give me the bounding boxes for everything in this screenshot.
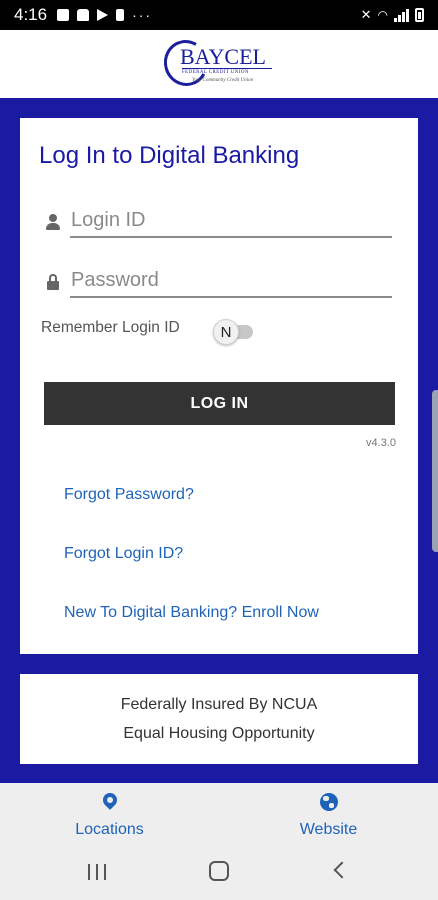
nav-label-website: Website xyxy=(299,821,358,838)
mute-icon: ✕ xyxy=(360,7,372,22)
ncua-disclosure: Federally Insured By NCUA xyxy=(120,696,318,713)
password-field xyxy=(46,266,392,300)
nav-item-website[interactable]: Website xyxy=(219,783,438,845)
device-icon xyxy=(116,9,125,21)
login-id-input[interactable] xyxy=(70,206,392,238)
notification-icon xyxy=(57,9,70,21)
disclosure-card: Federally Insured By NCUA Equal Housing … xyxy=(20,674,418,764)
signal-icon xyxy=(394,8,409,22)
lock-icon xyxy=(46,274,60,290)
login-id-field xyxy=(46,206,392,240)
toggle-knob: N xyxy=(213,319,239,345)
forgot-login-id-link[interactable]: Forgot Login ID? xyxy=(64,545,183,563)
system-nav-bar xyxy=(0,845,438,900)
enroll-now-link[interactable]: New To Digital Banking? Enroll Now xyxy=(64,604,319,622)
forgot-password-link[interactable]: Forgot Password? xyxy=(64,486,194,504)
location-pin-icon xyxy=(99,790,120,811)
nav-label-locations: Locations xyxy=(75,821,144,838)
log-in-button[interactable]: LOG IN xyxy=(44,382,395,425)
logo-name: BAYCEL xyxy=(180,44,266,69)
more-dots-icon: ··· xyxy=(132,7,153,23)
status-bar: 4:16 ··· ✕ ◠ xyxy=(0,0,438,30)
nav-item-locations[interactable]: Locations xyxy=(0,783,219,845)
back-icon[interactable] xyxy=(333,861,351,879)
home-icon[interactable] xyxy=(209,861,229,881)
remember-login-id-label: Remember Login ID xyxy=(41,319,180,336)
password-input[interactable] xyxy=(70,266,392,298)
status-time: 4:16 xyxy=(14,5,48,24)
remember-login-id-toggle[interactable]: N xyxy=(213,319,255,345)
logo-tagline: Your Community Credit Union xyxy=(192,78,254,83)
edge-panel-handle[interactable] xyxy=(432,390,438,552)
login-card: Log In to Digital Banking Remember Login… xyxy=(20,118,418,654)
bag-icon xyxy=(77,9,90,21)
main-content: Log In to Digital Banking Remember Login… xyxy=(0,98,438,783)
bottom-nav: Locations Website xyxy=(0,783,438,845)
logo-subtitle: FEDERAL CREDIT UNION xyxy=(182,68,272,75)
app-version: v4.3.0 xyxy=(366,437,396,449)
status-right-icons: ✕ ◠ xyxy=(361,7,424,23)
login-title: Log In to Digital Banking xyxy=(39,142,300,169)
globe-icon xyxy=(319,793,338,811)
recent-apps-icon[interactable] xyxy=(88,864,106,880)
app-header: BAYCEL FEDERAL CREDIT UNION Your Communi… xyxy=(0,30,438,98)
user-icon xyxy=(46,214,60,230)
wifi-icon: ◠ xyxy=(377,8,388,22)
play-store-icon xyxy=(97,9,109,21)
status-left-icons: ··· xyxy=(57,7,152,23)
equal-housing-disclosure: Equal Housing Opportunity xyxy=(123,725,315,742)
baycel-logo: BAYCEL FEDERAL CREDIT UNION Your Communi… xyxy=(158,35,274,92)
battery-icon xyxy=(415,8,424,22)
